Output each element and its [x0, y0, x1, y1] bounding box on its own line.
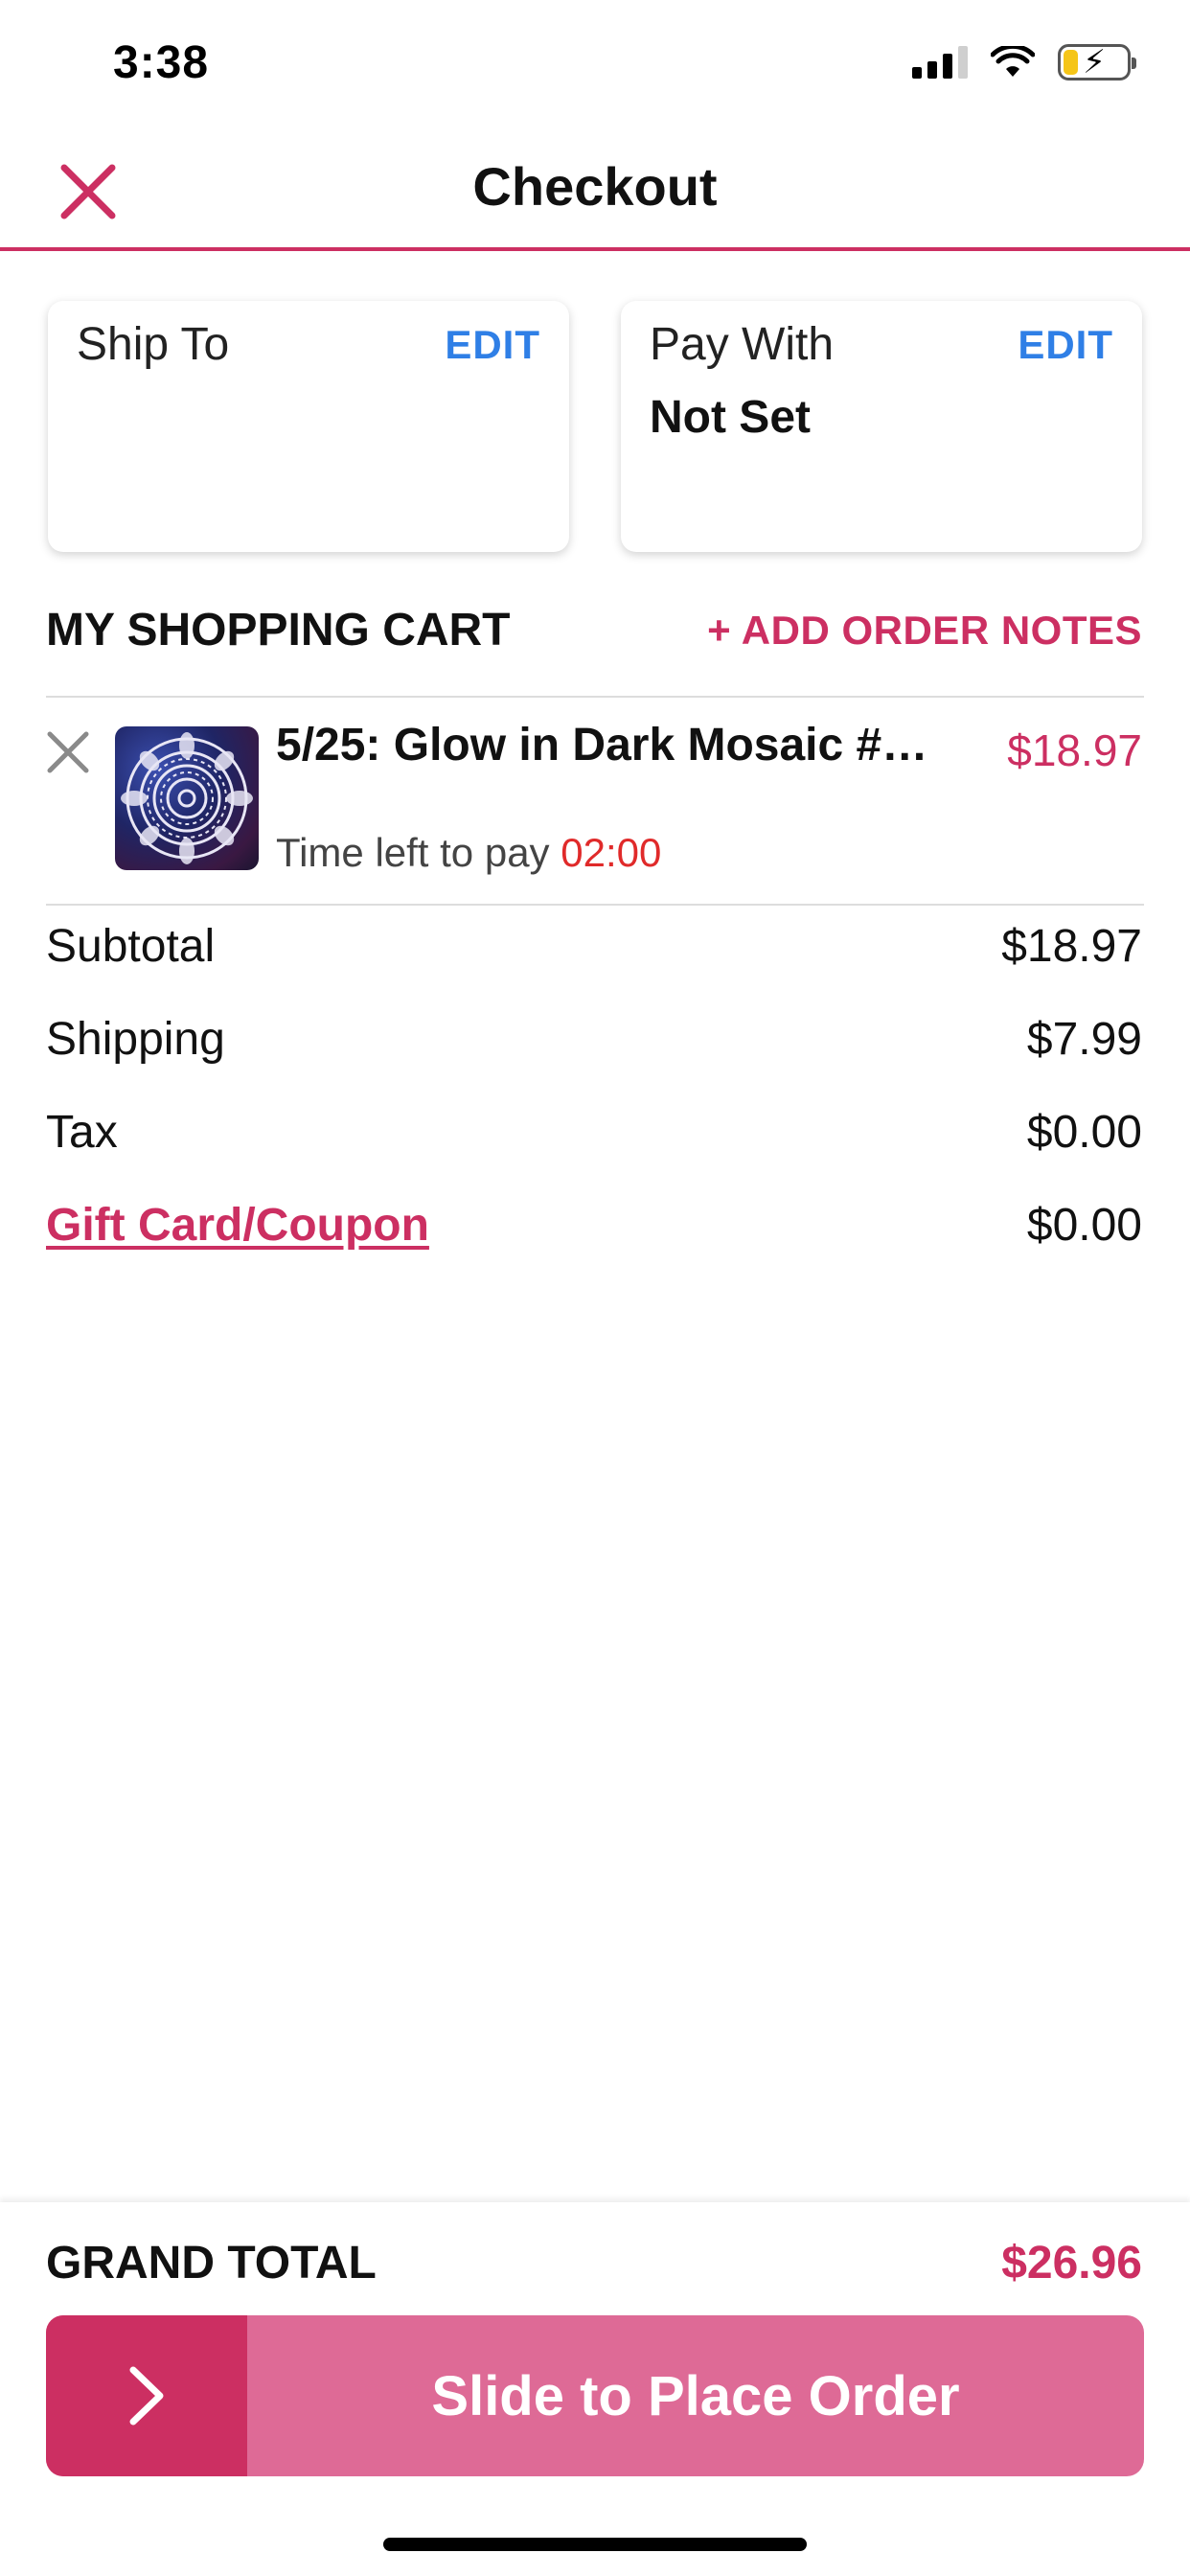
gift-card-row: Gift Card/Coupon $0.00 [46, 1199, 1142, 1292]
subtotal-value: $18.97 [1001, 921, 1142, 972]
countdown-timer: 02:00 [561, 830, 662, 875]
time-left-label: Time left to pay [276, 830, 550, 875]
add-order-notes-button[interactable]: + ADD ORDER NOTES [707, 608, 1142, 654]
subtotal-row: Subtotal $18.97 [46, 920, 1142, 1013]
gift-card-coupon-link[interactable]: Gift Card/Coupon [46, 1199, 429, 1252]
time-left-to-pay: Time left to pay 02:00 [276, 830, 661, 876]
tax-value: $0.00 [1026, 1107, 1142, 1158]
item-name[interactable]: 5/25: Glow in Dark Mosaic #… [276, 719, 966, 771]
divider [46, 696, 1144, 698]
shipping-label: Shipping [46, 1014, 225, 1065]
gift-card-value: $0.00 [1026, 1200, 1142, 1251]
status-time: 3:38 [113, 37, 210, 88]
mandala-image [121, 732, 253, 864]
ship-to-card[interactable]: Ship To EDIT [48, 301, 569, 552]
battery-icon: ⚡ [1058, 44, 1136, 80]
pay-with-card[interactable]: Pay With EDIT Not Set [621, 301, 1142, 552]
subtotal-label: Subtotal [46, 921, 216, 972]
order-summary: Subtotal $18.97 Shipping $7.99 Tax $0.00… [46, 920, 1142, 1292]
pay-with-edit-button[interactable]: EDIT [1018, 322, 1113, 368]
product-thumbnail[interactable] [115, 726, 259, 870]
cart-header: MY SHOPPING CART + ADD ORDER NOTES [46, 604, 1142, 661]
cart-item: 5/25: Glow in Dark Mosaic #… $18.97 Time… [46, 700, 1142, 906]
slider-handle[interactable] [46, 2315, 247, 2476]
wifi-icon [991, 46, 1035, 77]
remove-icon [47, 731, 89, 773]
place-order-slider[interactable]: Slide to Place Order [46, 2315, 1144, 2476]
grand-total-value: $26.96 [1001, 2238, 1142, 2288]
shipping-value: $7.99 [1026, 1014, 1142, 1065]
ship-to-edit-button[interactable]: EDIT [445, 322, 540, 368]
slider-label: Slide to Place Order [431, 2364, 960, 2427]
chevron-right-icon [129, 2366, 164, 2426]
checkout-header: Checkout [0, 126, 1190, 251]
ship-to-label: Ship To [77, 319, 230, 370]
tax-label: Tax [46, 1107, 118, 1158]
home-indicator[interactable] [383, 2538, 807, 2551]
remove-item-button[interactable] [46, 730, 94, 778]
page-title: Checkout [472, 156, 718, 217]
pay-with-value: Not Set [650, 392, 811, 443]
tax-row: Tax $0.00 [46, 1106, 1142, 1199]
status-icons: ⚡ [912, 44, 1136, 80]
cart-title: MY SHOPPING CART [46, 605, 511, 656]
cellular-signal-icon [912, 46, 968, 79]
pay-with-label: Pay With [650, 319, 835, 370]
bottom-panel: GRAND TOTAL $26.96 Slide to Place Order [0, 2202, 1190, 2576]
shipping-row: Shipping $7.99 [46, 1013, 1142, 1106]
item-price: $18.97 [1007, 725, 1142, 775]
status-bar: 3:38 ⚡ [0, 0, 1190, 126]
grand-total-label: GRAND TOTAL [46, 2238, 377, 2288]
divider [46, 904, 1144, 906]
